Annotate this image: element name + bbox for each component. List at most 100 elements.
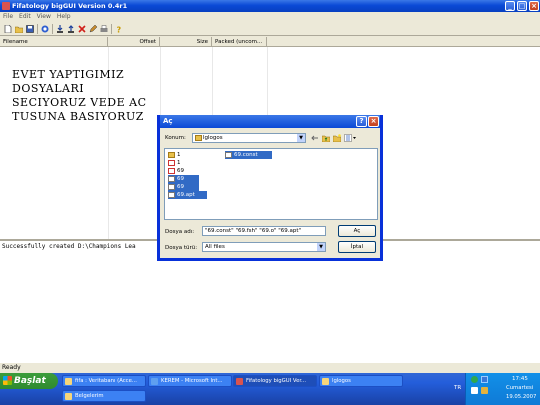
filetype-label: Dosya türü: bbox=[165, 245, 198, 251]
instruction-line: DOSYALARI bbox=[12, 82, 85, 95]
access-icon bbox=[65, 378, 72, 385]
column-packed[interactable]: Packed (uncom... bbox=[212, 37, 267, 47]
file-icon bbox=[168, 184, 175, 190]
taskbar-item-label: Fifatology bigGUI Ver... bbox=[246, 378, 307, 384]
instruction-overlay-text: EVET YAPTIGIMIZ DOSYALARI SECIYORUZ VEDE… bbox=[12, 68, 152, 124]
instruction-line: TUSUNA BASIYORUZ bbox=[12, 110, 144, 123]
open-button[interactable]: Aç bbox=[338, 225, 376, 237]
location-value: lglogos bbox=[203, 135, 223, 141]
image-file-icon bbox=[168, 160, 175, 166]
column-size[interactable]: Size bbox=[160, 37, 212, 47]
taskbar-item-label: fifa : Veritabanı (Acce... bbox=[75, 378, 137, 384]
import-icon[interactable] bbox=[56, 25, 64, 33]
dialog-title: Aç bbox=[163, 117, 173, 125]
print-icon[interactable] bbox=[100, 25, 108, 33]
taskbar: Başlat fifa : Veritabanı (Acce... KEREM … bbox=[0, 373, 540, 405]
menu-help[interactable]: Help bbox=[54, 12, 74, 22]
instruction-line: EVET YAPTIGIMIZ bbox=[12, 68, 125, 81]
menu-view[interactable]: View bbox=[34, 12, 54, 22]
system-tray: 17:45 Cumartesi 19.05.2007 bbox=[465, 373, 540, 405]
file-icon bbox=[225, 152, 232, 158]
instruction-line: SECIYORUZ VEDE AC bbox=[12, 96, 147, 109]
edit-icon[interactable] bbox=[89, 25, 97, 33]
filename-input[interactable]: "69.const" "69.fsh" "69.o" "69.apt" bbox=[202, 226, 326, 236]
column-filename[interactable]: Filename bbox=[0, 37, 108, 47]
help-icon[interactable]: ? bbox=[115, 25, 123, 34]
toolbar: ? bbox=[0, 22, 540, 36]
file-name: 69.const bbox=[234, 152, 258, 158]
cancel-button[interactable]: İptal bbox=[338, 241, 376, 253]
app-icon bbox=[236, 378, 243, 385]
ie-icon bbox=[151, 378, 158, 385]
chevron-down-icon[interactable]: ▼ bbox=[297, 134, 305, 142]
menu-file[interactable]: File bbox=[0, 12, 16, 22]
save-icon[interactable] bbox=[26, 25, 34, 33]
filetype-value: All files bbox=[205, 244, 225, 250]
close-button[interactable]: × bbox=[529, 1, 539, 11]
delete-icon[interactable] bbox=[78, 25, 86, 33]
volume-icon[interactable] bbox=[471, 387, 478, 394]
folder-icon bbox=[322, 378, 329, 385]
start-button[interactable]: Başlat bbox=[0, 373, 58, 389]
location-label: Konum: bbox=[165, 135, 186, 141]
filetype-dropdown[interactable]: All files ▼ bbox=[202, 242, 326, 252]
console-line: Successfully created D:\Champions Lea bbox=[2, 243, 136, 250]
menu-edit[interactable]: Edit bbox=[16, 12, 34, 22]
dialog-body: Konum: lglogos ▼ 1 1 69 69 69 69.apt 69.… bbox=[160, 128, 380, 258]
chevron-down-icon[interactable]: ▼ bbox=[317, 243, 325, 251]
new-folder-icon[interactable] bbox=[333, 134, 341, 142]
location-dropdown[interactable]: lglogos ▼ bbox=[192, 133, 306, 143]
dialog-help-button[interactable]: ? bbox=[356, 116, 367, 127]
file-list-header: Filename Offset Size Packed (uncom... bbox=[0, 37, 540, 47]
windows-logo-icon bbox=[3, 376, 12, 385]
list-item[interactable]: 69 bbox=[168, 167, 184, 175]
taskbar-item[interactable]: lglogos bbox=[319, 375, 403, 387]
app-icon bbox=[2, 2, 10, 10]
toolbar-separator bbox=[52, 24, 53, 34]
clock-time[interactable]: 17:45 bbox=[512, 376, 528, 382]
list-item-selected[interactable]: 69 bbox=[168, 175, 199, 183]
up-folder-icon[interactable] bbox=[322, 134, 330, 142]
tray-icon[interactable] bbox=[481, 387, 488, 394]
file-name: 1 bbox=[177, 160, 181, 166]
file-name: 69 bbox=[177, 184, 184, 190]
list-item[interactable]: 1 bbox=[168, 159, 181, 167]
list-item-selected[interactable]: 69.const bbox=[225, 151, 272, 159]
file-name: 1 bbox=[177, 152, 181, 158]
toolbar-separator bbox=[111, 24, 112, 34]
open-folder-icon[interactable] bbox=[15, 25, 23, 33]
file-name: 69.apt bbox=[177, 192, 195, 198]
clock-date: 19.05.2007 bbox=[506, 394, 537, 400]
taskbar-item-label: KEREM - Microsoft Int... bbox=[161, 378, 223, 384]
globe-icon[interactable] bbox=[41, 25, 49, 33]
file-icon bbox=[168, 192, 175, 198]
taskbar-item-active[interactable]: Fifatology bigGUI Ver... bbox=[233, 375, 317, 387]
column-offset[interactable]: Offset bbox=[108, 37, 160, 47]
file-browser-list[interactable]: 1 1 69 69 69 69.apt 69.const bbox=[164, 148, 378, 220]
back-icon[interactable] bbox=[311, 134, 319, 142]
taskbar-item[interactable]: KEREM - Microsoft Int... bbox=[148, 375, 232, 387]
taskbar-item[interactable]: fifa : Veritabanı (Acce... bbox=[62, 375, 146, 387]
new-icon[interactable] bbox=[4, 25, 12, 33]
language-indicator[interactable]: TR bbox=[454, 385, 461, 391]
export-icon[interactable] bbox=[67, 25, 75, 33]
view-menu-icon[interactable] bbox=[344, 134, 356, 142]
minimize-button[interactable]: _ bbox=[505, 1, 515, 11]
start-label: Başlat bbox=[14, 376, 46, 386]
taskbar-item[interactable]: Belgelerim bbox=[62, 390, 146, 402]
list-item-selected[interactable]: 69.apt bbox=[168, 191, 207, 199]
network-icon[interactable] bbox=[471, 376, 478, 383]
svg-text:?: ? bbox=[117, 26, 122, 34]
status-bar: Ready bbox=[0, 363, 540, 373]
list-item-selected[interactable]: 69 bbox=[168, 183, 199, 191]
dialog-titlebar[interactable]: Aç ? × bbox=[160, 115, 380, 128]
taskbar-item-label: Belgelerim bbox=[75, 393, 104, 399]
window-titlebar[interactable]: Fifatology bigGUI Version 0.4r1 _ □ × bbox=[0, 0, 540, 12]
maximize-button[interactable]: □ bbox=[517, 1, 527, 11]
dialog-close-button[interactable]: × bbox=[368, 116, 379, 127]
tray-icon[interactable] bbox=[481, 376, 488, 383]
taskbar-item-label: lglogos bbox=[332, 378, 351, 384]
image-file-icon bbox=[168, 168, 175, 174]
list-item[interactable]: 1 bbox=[168, 151, 181, 159]
file-icon bbox=[168, 176, 175, 182]
